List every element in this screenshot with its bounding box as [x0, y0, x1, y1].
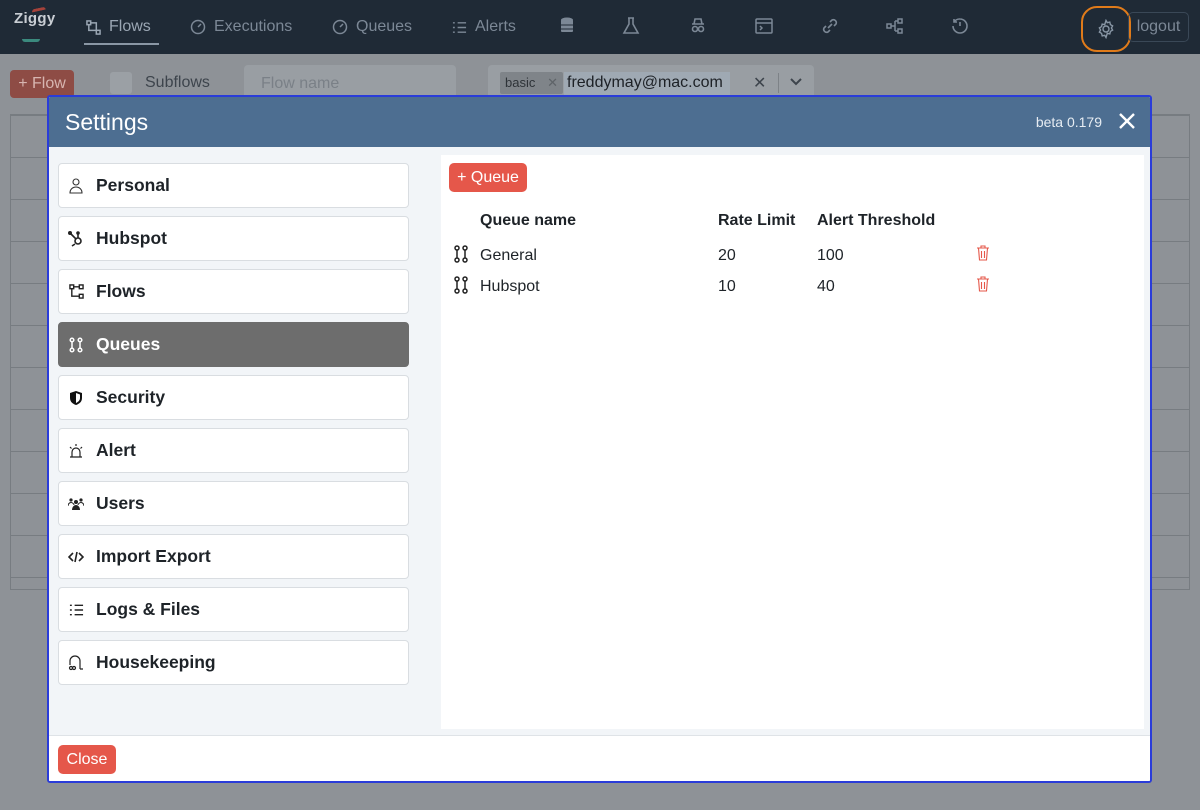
sidebar-item-users[interactable]: Users — [58, 481, 409, 526]
add-flow-button[interactable]: + Flow — [10, 70, 74, 98]
alert-threshold-cell: 100 — [817, 247, 844, 264]
queue-icon — [454, 245, 468, 263]
add-queue-button[interactable]: + Queue — [449, 163, 527, 192]
chevron-down-icon[interactable] — [788, 73, 804, 89]
hierarchy-icon[interactable] — [885, 16, 905, 36]
sidebar-item-personal[interactable]: Personal — [58, 163, 409, 208]
nav-queues[interactable]: Queues — [332, 16, 412, 38]
flask-icon[interactable] — [621, 16, 641, 36]
logout-button[interactable]: logout — [1128, 12, 1189, 42]
sidebar-item-label: Hubspot — [96, 228, 167, 248]
queues-panel: + Queue Queue name Rate Limit Alert Thre… — [441, 155, 1144, 729]
queue-name-cell: Hubspot — [480, 278, 540, 295]
nav-flows-label: Flows — [109, 18, 151, 35]
gauge-icon — [332, 19, 348, 35]
flows-icon — [68, 284, 84, 299]
sidebar-item-label: Housekeeping — [96, 652, 216, 672]
table-row[interactable]: Hubspot 10 40 — [441, 273, 1144, 303]
nav-executions-label: Executions — [214, 18, 293, 35]
subflows-checkbox[interactable] — [110, 72, 132, 94]
rate-limit-cell: 10 — [718, 278, 736, 295]
version-label: beta 0.179 — [1035, 114, 1102, 130]
list-icon — [69, 604, 83, 615]
nav-alerts[interactable]: Alerts — [452, 16, 516, 38]
sidebar-item-label: Alert — [96, 440, 136, 460]
sidebar-item-import-export[interactable]: Import Export — [58, 534, 409, 579]
close-icon[interactable] — [1116, 110, 1138, 132]
trash-icon[interactable] — [976, 275, 990, 293]
queue-icon — [69, 336, 83, 353]
active-nav-indicator — [84, 43, 159, 45]
brand-logo[interactable]: Ziggy — [14, 6, 56, 42]
person-icon — [69, 177, 83, 194]
sidebar-item-alert[interactable]: Alert — [58, 428, 409, 473]
sidebar-item-label: Queues — [96, 334, 161, 354]
list-icon — [452, 21, 467, 33]
sidebar-item-security[interactable]: Security — [58, 375, 409, 420]
sidebar-item-hubspot[interactable]: Hubspot — [58, 216, 409, 261]
nav-executions[interactable]: Executions — [190, 16, 292, 38]
nav-queues-label: Queues — [356, 18, 413, 35]
gear-icon — [1098, 19, 1114, 39]
code-icon — [68, 551, 84, 562]
modal-footer: Close — [49, 735, 1150, 781]
tag-chip-remove-icon[interactable]: ✕ — [547, 75, 558, 91]
select-divider — [778, 73, 779, 93]
modal-body: Personal Hubspot Flows Queues Security A… — [49, 147, 1150, 735]
link-icon[interactable] — [820, 16, 840, 36]
flows-icon — [86, 19, 101, 35]
vacuum-icon — [68, 654, 83, 670]
modal-title: Settings — [65, 109, 149, 135]
column-header-alert-threshold: Alert Threshold — [817, 212, 936, 229]
column-header-rate-limit: Rate Limit — [718, 212, 796, 229]
clear-icon[interactable]: ✕ — [753, 73, 766, 93]
sidebar-item-housekeeping[interactable]: Housekeeping — [58, 640, 409, 685]
sidebar-item-queues[interactable]: Queues — [58, 322, 409, 367]
nav-flows[interactable]: Flows — [86, 16, 151, 38]
sidebar-item-label: Logs & Files — [96, 599, 201, 619]
sidebar-item-label: Security — [96, 387, 166, 407]
subflows-label: Subflows — [145, 74, 210, 91]
sidebar-item-flows[interactable]: Flows — [58, 269, 409, 314]
sidebar-item-label: Personal — [96, 175, 170, 195]
shield-icon — [70, 390, 82, 405]
sidebar-item-label: Import Export — [96, 546, 211, 566]
terminal-icon[interactable] — [754, 16, 774, 36]
nav-alerts-label: Alerts — [475, 18, 516, 35]
trash-icon[interactable] — [976, 244, 990, 262]
history-icon[interactable] — [950, 16, 970, 36]
close-button[interactable]: Close — [58, 745, 116, 774]
hubspot-icon — [68, 230, 82, 247]
modal-header: Settings beta 0.179 — [49, 97, 1150, 147]
gauge-icon — [190, 19, 206, 35]
queue-name-cell: General — [480, 247, 537, 264]
top-navbar: Ziggy Flows Executions Queues Alerts log… — [0, 0, 1200, 54]
sidebar-item-label: Flows — [96, 281, 146, 301]
rate-limit-cell: 20 — [718, 247, 736, 264]
tag-chip[interactable]: basic ✕ — [500, 72, 563, 94]
queue-icon — [454, 276, 468, 294]
siren-icon — [69, 443, 83, 458]
tag-chip-label: basic — [505, 75, 536, 90]
spy-icon[interactable] — [688, 16, 708, 36]
settings-button[interactable] — [1081, 6, 1131, 52]
users-icon — [68, 497, 84, 510]
table-row[interactable]: General 20 100 — [441, 242, 1144, 272]
database-icon[interactable] — [557, 16, 577, 36]
sidebar-item-logs-files[interactable]: Logs & Files — [58, 587, 409, 632]
alert-threshold-cell: 40 — [817, 278, 835, 295]
sidebar-item-label: Users — [96, 493, 145, 513]
logo-swoosh-bottom — [22, 36, 40, 42]
tag-filter-value[interactable]: freddymay@mac.com — [564, 72, 730, 96]
column-header-queue-name: Queue name — [480, 212, 577, 229]
settings-modal: Settings beta 0.179 Personal Hubspot Flo… — [47, 95, 1152, 783]
